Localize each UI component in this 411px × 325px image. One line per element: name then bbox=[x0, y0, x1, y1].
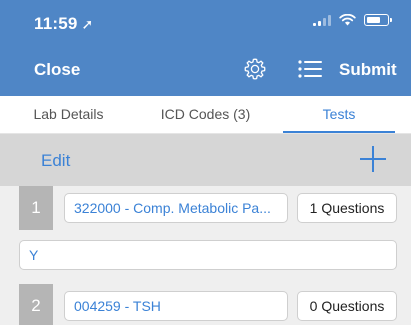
submit-button[interactable]: Submit bbox=[339, 60, 397, 80]
answer-row: Y bbox=[0, 230, 411, 284]
tab-bar: Lab Details ICD Codes (3) Tests bbox=[0, 96, 411, 134]
status-icons bbox=[313, 14, 392, 26]
test-name-field[interactable]: 004259 - TSH bbox=[64, 291, 288, 321]
test-row: 1 322000 - Comp. Metabolic Pa... 1 Quest… bbox=[0, 186, 411, 230]
close-button[interactable]: Close bbox=[34, 60, 80, 80]
edit-bar: Edit bbox=[0, 134, 411, 186]
tab-lab-details[interactable]: Lab Details bbox=[0, 96, 137, 134]
test-name-field[interactable]: 322000 - Comp. Metabolic Pa... bbox=[64, 193, 288, 223]
gear-icon[interactable] bbox=[243, 57, 267, 81]
tab-tests[interactable]: Tests bbox=[283, 96, 395, 134]
active-tab-indicator bbox=[283, 131, 395, 133]
battery-icon bbox=[364, 14, 392, 26]
status-bar: 11:59 ➚ bbox=[0, 0, 411, 40]
wifi-icon bbox=[339, 14, 356, 26]
nav-bar: Close Submit bbox=[0, 40, 411, 96]
answer-field[interactable]: Y bbox=[19, 240, 397, 270]
questions-button[interactable]: 0 Questions bbox=[297, 291, 397, 321]
list-icon[interactable] bbox=[298, 59, 322, 79]
test-row: 2 004259 - TSH 0 Questions bbox=[0, 284, 411, 325]
status-time: 11:59 ➚ bbox=[34, 14, 93, 34]
tab-icd-codes[interactable]: ICD Codes (3) bbox=[137, 96, 274, 134]
edit-button[interactable]: Edit bbox=[41, 151, 70, 171]
location-icon: ➚ bbox=[81, 16, 94, 32]
status-time-text: 11:59 bbox=[34, 14, 78, 33]
questions-button[interactable]: 1 Questions bbox=[297, 193, 397, 223]
plus-icon[interactable] bbox=[360, 146, 386, 172]
row-number: 1 bbox=[19, 186, 53, 230]
row-number: 2 bbox=[19, 284, 53, 325]
signal-icon bbox=[313, 14, 331, 26]
